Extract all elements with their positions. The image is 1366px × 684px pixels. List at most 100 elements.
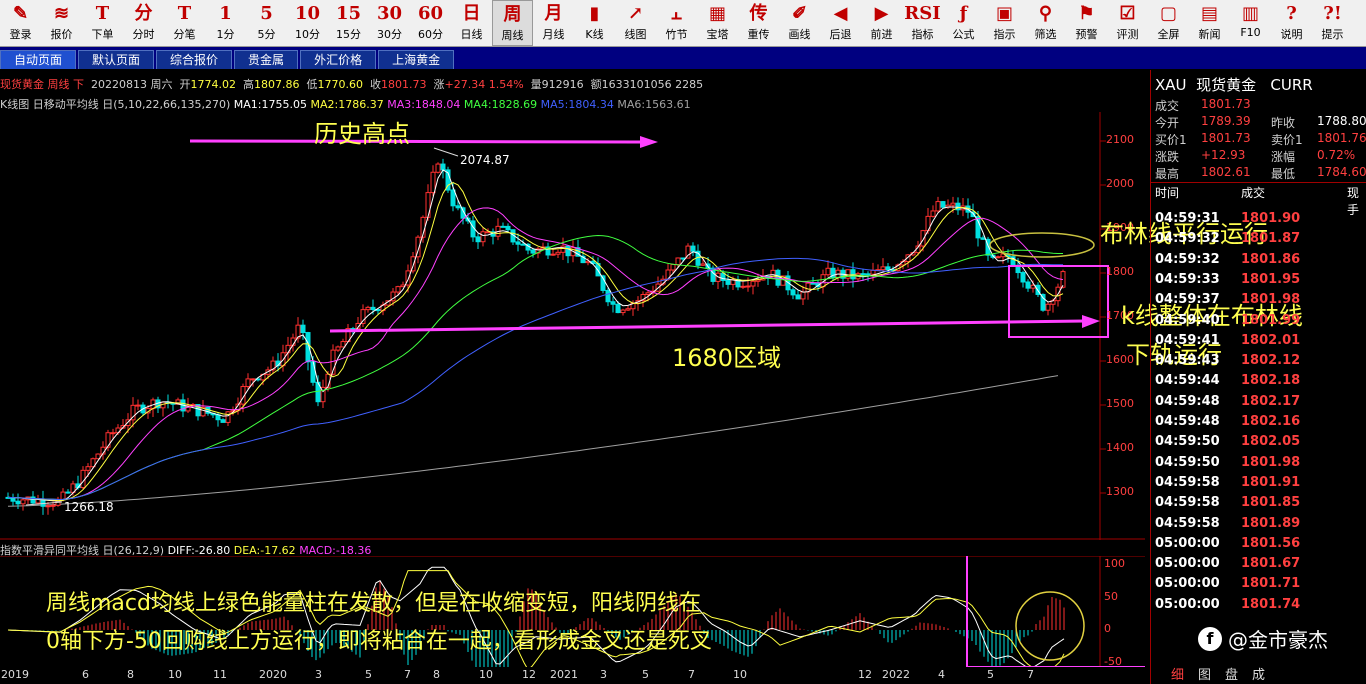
page-tab-1[interactable]: 默认页面 xyxy=(78,50,155,69)
watermark: f @金市豪杰 xyxy=(1198,624,1328,653)
toolbar-button-18[interactable]: 传重传 xyxy=(738,0,779,46)
toolbar-button-26[interactable]: ⚑ 预警 xyxy=(1066,0,1107,46)
price-tick: 1800 xyxy=(1106,265,1134,278)
toolbar-button-24[interactable]: ▣ 指示 xyxy=(984,0,1025,46)
toolbar-button-15[interactable]: ↗ 线图 xyxy=(615,0,656,46)
page-tab-4[interactable]: 外汇价格 xyxy=(300,50,377,69)
toolbar-button-29[interactable]: ▤ 新闻 xyxy=(1189,0,1230,46)
quote-bottom-tab[interactable]: 图 xyxy=(1198,668,1211,683)
toolbar-icon-5: 1 xyxy=(219,3,232,24)
ma1-value: MA1:1755.05 xyxy=(233,98,307,111)
tick-row: 05:00:00 1801.74 xyxy=(1155,597,1363,617)
time-tick: 2019 xyxy=(1,668,29,681)
toolbar-label-17: 宝塔 xyxy=(706,28,729,41)
price-tick: 2100 xyxy=(1106,133,1134,146)
tick-price: 1801.56 xyxy=(1241,535,1301,551)
macd-note-2: 0轴下方-50回购线上方运行，即将粘合在一起，看形成金叉还是死叉 xyxy=(46,629,712,654)
tick-row: 04:59:50 1801.98 xyxy=(1155,455,1363,475)
macd-tick: 50 xyxy=(1104,590,1118,603)
tick-price: 1801.90 xyxy=(1241,211,1301,226)
quote-bottom-tab[interactable]: 盘 xyxy=(1225,668,1238,683)
last-label: 成交 xyxy=(1155,99,1180,113)
quote-bottom-tab[interactable]: 细 xyxy=(1171,668,1184,683)
tick-row: 04:59:58 1801.89 xyxy=(1155,516,1363,536)
toolbar-button-1[interactable]: ≋ 报价 xyxy=(41,0,82,46)
time-tick: 10 xyxy=(733,668,747,681)
toolbar-label-19: 画线 xyxy=(788,28,811,41)
tick-time: 04:59:33 xyxy=(1155,271,1220,287)
toolbar-button-4[interactable]: T 分笔 xyxy=(164,0,205,46)
toolbar-button-8[interactable]: 15 15分 xyxy=(328,0,369,46)
toolbar-icon-18: 传 xyxy=(749,3,768,24)
toolbar-button-14[interactable]: ▮ K线 xyxy=(574,0,615,46)
toolbar-label-28: 全屏 xyxy=(1157,28,1180,41)
toolbar-button-19[interactable]: ✐ 画线 xyxy=(779,0,820,46)
page-tab-5[interactable]: 上海黄金 xyxy=(378,50,455,69)
tick-price: 1802.05 xyxy=(1241,434,1301,450)
quote-bottom-tab[interactable]: 成 xyxy=(1252,668,1265,683)
high-value-rp: 1802.61 xyxy=(1201,165,1251,179)
ma3-value: MA3:1848.04 xyxy=(387,98,461,111)
toolbar-label-20: 后退 xyxy=(829,28,852,41)
page-tab-3[interactable]: 贵金属 xyxy=(234,50,299,69)
toolbar-button-5[interactable]: 1 1分 xyxy=(205,0,246,46)
toolbar-button-9[interactable]: 30 30分 xyxy=(369,0,410,46)
time-tick: 5 xyxy=(642,668,649,681)
macd-legend: 指数平滑异同平均线 日(26,12,9) DIFF:-26.80 DEA:-17… xyxy=(0,542,1145,557)
toolbar-icon-19: ✐ xyxy=(791,3,808,24)
toolbar-button-31[interactable]: ? 说明 xyxy=(1271,0,1312,46)
tick-price: 1801.98 xyxy=(1241,292,1301,308)
time-tick: 7 xyxy=(688,668,695,681)
toolbar-icon-26: ⚑ xyxy=(1078,3,1095,24)
toolbar-button-13[interactable]: 月月线 xyxy=(533,0,574,46)
toolbar-button-0[interactable]: ✎ 登录 xyxy=(0,0,41,46)
toolbar-button-6[interactable]: 5 5分 xyxy=(246,0,287,46)
toolbar-button-21[interactable]: ▶ 前进 xyxy=(861,0,902,46)
toolbar-button-28[interactable]: ▢ 全屏 xyxy=(1148,0,1189,46)
toolbar-button-16[interactable]: ⫠ 竹节 xyxy=(656,0,697,46)
tick-row: 04:59:33 1801.95 xyxy=(1155,272,1363,292)
toolbar-label-29: 新闻 xyxy=(1198,28,1221,41)
amount-value: 1633101056 2285 xyxy=(601,78,704,91)
page-tab-2[interactable]: 综合报价 xyxy=(156,50,233,69)
quote-last-row: 成交 1801.73 xyxy=(1155,97,1363,113)
tick-row: 04:59:58 1801.91 xyxy=(1155,475,1363,495)
toolbar-icon-1: ≋ xyxy=(53,3,70,24)
toolbar-button-11[interactable]: 日日线 xyxy=(451,0,492,46)
tick-row: 04:59:44 1802.18 xyxy=(1155,373,1363,393)
toolbar-button-22[interactable]: RSI 指标 xyxy=(902,0,943,46)
time-tick: 10 xyxy=(168,668,182,681)
macd-note-1: 周线macd均线上绿色能量柱在发散，但是在收缩变短，阳线阴线在 xyxy=(46,591,701,616)
toolbar-icon-32: ?! xyxy=(1323,3,1342,24)
toolbar-button-32[interactable]: ?! 提示 xyxy=(1312,0,1353,46)
toolbar-button-2[interactable]: T 下单 xyxy=(82,0,123,46)
toolbar-button-3[interactable]: 分分时 xyxy=(123,0,164,46)
ticks-header: 时间 成交 现手 xyxy=(1155,184,1363,217)
toolbar-button-25[interactable]: ⚲ 筛选 xyxy=(1025,0,1066,46)
quote-bottom-tabs: 细图盘成 xyxy=(1171,664,1279,683)
toolbar-label-27: 评测 xyxy=(1116,28,1139,41)
toolbar-icon-8: 15 xyxy=(335,3,362,24)
toolbar-button-27[interactable]: ☑ 评测 xyxy=(1107,0,1148,46)
toolbar-button-23[interactable]: ƒ 公式 xyxy=(943,0,984,46)
tick-row: 05:00:00 1801.67 xyxy=(1155,556,1363,576)
toolbar-button-30[interactable]: ▥ F10 xyxy=(1230,0,1271,46)
ma4-value: MA4:1828.69 xyxy=(463,98,538,111)
toolbar-icon-31: ? xyxy=(1286,3,1297,24)
quote-panel: XAU 现货黄金 CURR 成交 1801.73 今开 1789.39 昨收 1… xyxy=(1150,70,1366,684)
toolbar-label-8: 15分 xyxy=(336,28,361,41)
toolbar-button-7[interactable]: 10 10分 xyxy=(287,0,328,46)
toolbar-button-10[interactable]: 60 60分 xyxy=(410,0,451,46)
change-label: 涨 xyxy=(433,78,445,91)
macd-tick: 100 xyxy=(1104,557,1125,570)
toolbar-button-12[interactable]: 周周线 xyxy=(492,0,533,46)
kline-chart[interactable] xyxy=(0,112,1145,540)
tick-price: 1801.95 xyxy=(1241,271,1301,287)
macd-tick: 0 xyxy=(1104,622,1111,635)
ma2-value: MA2:1786.37 xyxy=(310,98,384,111)
tick-row: 04:59:31 1801.90 xyxy=(1155,211,1363,231)
toolbar-label-10: 60分 xyxy=(418,28,443,41)
page-tab-0[interactable]: 自动页面 xyxy=(0,50,77,69)
toolbar-button-17[interactable]: ▦ 宝塔 xyxy=(697,0,738,46)
toolbar-button-20[interactable]: ◀ 后退 xyxy=(820,0,861,46)
